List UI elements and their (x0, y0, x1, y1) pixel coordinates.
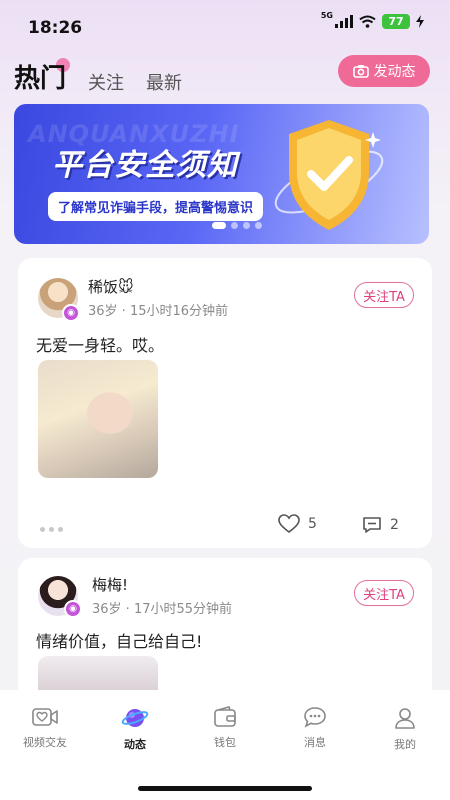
more-options-icon[interactable] (40, 527, 63, 532)
cellular-signal-icon (335, 15, 353, 28)
post-moment-label: 发动态 (373, 64, 416, 80)
network-type: 5G (320, 11, 333, 20)
feed-tabs: 热门 关注 最新 (14, 58, 182, 95)
post-content: 情绪价值，自己给自己! (36, 632, 203, 651)
nav-profile[interactable]: 我的 (365, 706, 445, 752)
tab-latest[interactable]: 最新 (146, 69, 182, 95)
banner-dot[interactable] (231, 222, 238, 229)
planet-icon (121, 709, 149, 727)
banner-pagination (212, 222, 262, 229)
battery-level: 77 (382, 14, 410, 29)
live-badge-icon: ◉ (62, 304, 80, 322)
post-time: 15小时16分钟前 (129, 304, 229, 319)
post-meta: 36岁 · 17小时55分钟前 (92, 602, 233, 617)
nav-video-dating[interactable]: 视频交友 (5, 706, 85, 752)
camera-icon (352, 65, 369, 78)
wallet-icon (214, 706, 236, 727)
post-card[interactable]: ◉ 稀饭🐭 36岁 · 15小时16分钟前 关注TA 无爱一身轻。哎。 5 2 (18, 258, 432, 548)
charging-icon (416, 15, 424, 28)
nav-label: 我的 (394, 738, 416, 751)
nav-messages[interactable]: 消息 (275, 706, 355, 752)
shield-check-icon (274, 120, 384, 230)
post-content: 无爱一身轻。哎。 (36, 336, 165, 355)
nav-label: 钱包 (214, 736, 236, 749)
safety-banner[interactable]: ANQUANXUZHI 平台安全须知 了解常见诈骗手段，提高警惕意识 (14, 104, 429, 244)
heart-icon (278, 514, 300, 534)
follow-button[interactable]: 关注TA (354, 580, 414, 606)
like-button[interactable]: 5 (278, 514, 317, 534)
nav-label: 视频交友 (23, 736, 67, 749)
banner-subtitle: 了解常见诈骗手段，提高警惕意识 (48, 192, 264, 221)
post-username[interactable]: 梅梅! (92, 574, 128, 595)
post-username[interactable]: 稀饭🐭 (88, 276, 134, 297)
tab-hot[interactable]: 热门 (14, 58, 71, 95)
banner-dot[interactable] (255, 222, 262, 229)
banner-title: 平台安全须知 (52, 148, 238, 183)
nav-moments[interactable]: 动态 (95, 706, 175, 752)
nav-wallet[interactable]: 钱包 (185, 706, 265, 752)
post-photo[interactable] (38, 360, 158, 478)
wifi-icon (359, 15, 376, 28)
comment-button[interactable]: 2 (362, 516, 399, 534)
profile-icon (395, 708, 415, 729)
comment-icon (363, 517, 381, 533)
post-age: 36岁 (88, 304, 118, 319)
banner-dot[interactable] (212, 222, 226, 229)
home-indicator[interactable] (138, 786, 312, 791)
follow-button[interactable]: 关注TA (354, 282, 414, 308)
video-heart-icon (32, 708, 58, 726)
message-icon (304, 707, 326, 728)
banner-dot[interactable] (243, 222, 250, 229)
status-icons: 5G 77 (320, 11, 424, 29)
post-moment-button[interactable]: 发动态 (338, 55, 430, 87)
post-meta: 36岁 · 15小时16分钟前 (88, 304, 229, 319)
post-time: 17小时55分钟前 (133, 602, 233, 617)
like-count: 5 (308, 516, 317, 532)
status-bar: 18:26 5G 77 (0, 0, 450, 46)
comment-count: 2 (390, 517, 399, 533)
bottom-nav: 视频交友 动态 钱包 消息 我的 (0, 690, 450, 800)
post-age: 36岁 (92, 602, 122, 617)
nav-label: 动态 (124, 738, 146, 751)
live-badge-icon: ◉ (64, 600, 82, 618)
tab-following[interactable]: 关注 (88, 69, 124, 95)
status-time: 18:26 (28, 18, 83, 38)
nav-label: 消息 (304, 736, 326, 749)
